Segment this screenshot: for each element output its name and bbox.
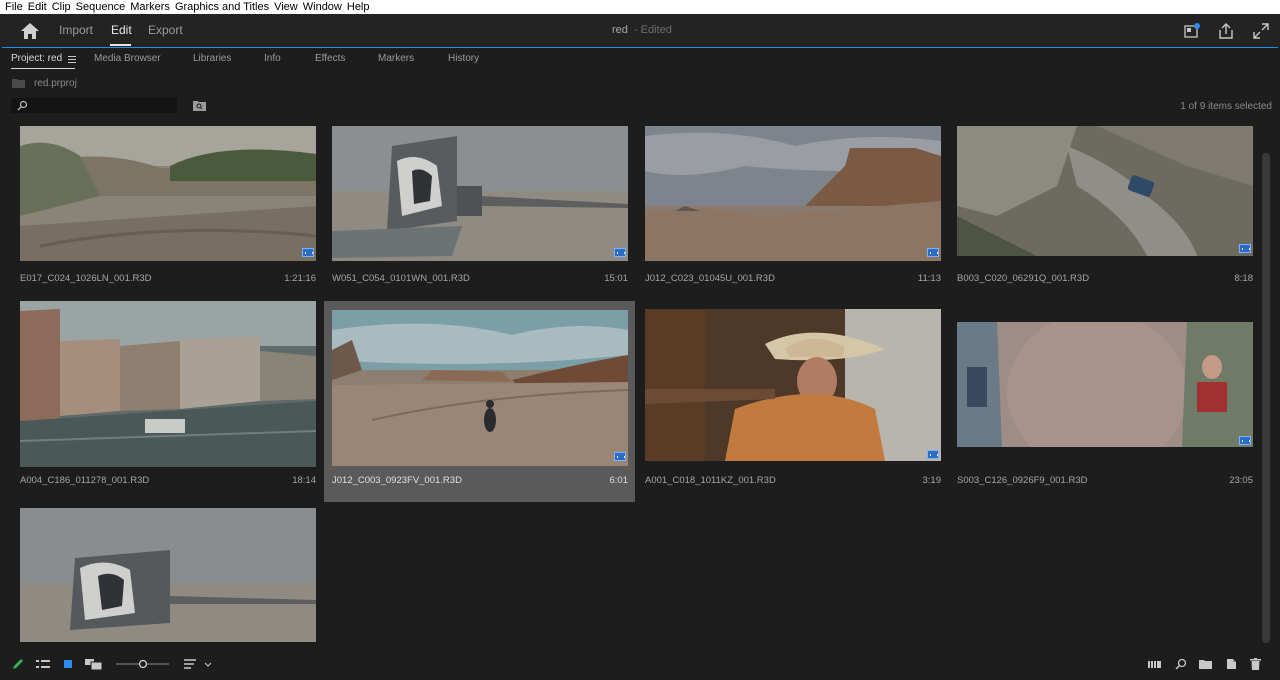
clip-thumbnail <box>332 126 628 261</box>
clip-duration: 6:01 <box>609 475 629 486</box>
tab-libraries[interactable]: Libraries <box>193 53 231 64</box>
panel-footer-toolbar <box>0 648 1280 680</box>
clip-thumbnail <box>20 508 316 642</box>
video-badge-icon <box>614 452 626 461</box>
menu-sequence[interactable]: Sequence <box>76 0 126 14</box>
panel-tabs: Project: red Media Browser Libraries Inf… <box>2 48 1278 70</box>
list-view-icon[interactable] <box>36 658 50 670</box>
clip-name: E017_C024_1026LN_001.R3D <box>20 273 152 284</box>
new-bin-icon[interactable] <box>1199 658 1212 670</box>
clip-duration: 11:13 <box>917 273 941 284</box>
video-badge-icon <box>302 248 314 257</box>
clip-duration: 1:21:16 <box>284 273 316 284</box>
video-badge-icon <box>1239 244 1251 253</box>
tab-effects[interactable]: Effects <box>315 53 345 64</box>
clip-name: J012_C023_01045U_001.R3D <box>645 273 775 284</box>
quick-export-icon[interactable] <box>1183 22 1201 40</box>
icon-view-icon[interactable] <box>63 658 73 670</box>
clip-thumbnail <box>645 309 941 461</box>
pencil-icon[interactable] <box>12 658 24 670</box>
clip-name: S003_C126_0926F9_001.R3D <box>957 475 1088 486</box>
sort-icon[interactable] <box>184 658 214 670</box>
menu-markers[interactable]: Markers <box>130 0 170 14</box>
menu-edit[interactable]: Edit <box>28 0 47 14</box>
document-status: - Edited <box>633 24 672 36</box>
freeform-view-icon[interactable] <box>85 658 102 670</box>
workspace-import[interactable]: Import <box>59 23 93 37</box>
clip-thumbnail <box>957 322 1253 447</box>
clip-name: J012_C003_0923FV_001.R3D <box>332 475 462 486</box>
clip-thumbnail <box>645 126 941 261</box>
grid-scrollbar[interactable] <box>1262 138 1270 643</box>
menu-window[interactable]: Window <box>303 0 342 14</box>
clip-duration: 3:19 <box>922 475 942 486</box>
clip-grid: E017_C024_1026LN_001.R3D 1:21:16 W051_C0… <box>12 124 1257 642</box>
tab-project[interactable]: Project: red <box>11 53 62 64</box>
document-title: red - Edited <box>612 24 672 36</box>
tab-history[interactable]: History <box>448 53 479 64</box>
scrollbar-thumb[interactable] <box>1262 153 1270 643</box>
selection-status: 1 of 9 items selected <box>1180 101 1272 112</box>
video-badge-icon <box>927 450 939 459</box>
home-icon[interactable] <box>20 22 40 40</box>
trash-icon[interactable] <box>1250 658 1261 670</box>
zoom-slider[interactable] <box>116 658 169 670</box>
clip-thumbnail <box>957 126 1253 256</box>
tab-markers[interactable]: Markers <box>378 53 414 64</box>
menu-help[interactable]: Help <box>347 0 370 14</box>
clip-thumbnail <box>332 310 628 466</box>
tab-media-browser[interactable]: Media Browser <box>94 53 161 64</box>
search-icon <box>17 100 28 111</box>
new-item-icon[interactable] <box>1225 658 1237 670</box>
automate-to-sequence-icon[interactable] <box>1148 658 1162 670</box>
project-panel: Project: red Media Browser Libraries Inf… <box>2 47 1278 648</box>
document-name: red <box>612 24 628 36</box>
active-workspace-indicator <box>110 44 131 46</box>
panel-menu-icon[interactable] <box>68 56 76 63</box>
new-search-bin-icon[interactable] <box>193 100 206 111</box>
clip-name: A004_C186_011278_001.R3D <box>20 475 150 486</box>
menu-graphics-and-titles[interactable]: Graphics and Titles <box>175 0 269 14</box>
tab-info[interactable]: Info <box>264 53 281 64</box>
clip-name: W051_C054_0101WN_001.R3D <box>332 273 470 284</box>
bin-path: red.prproj <box>12 78 77 89</box>
project-file-name: red.prproj <box>34 78 77 89</box>
search-input[interactable] <box>11 98 177 113</box>
menu-view[interactable]: View <box>274 0 298 14</box>
clip-duration: 15:01 <box>604 273 628 284</box>
menu-clip[interactable]: Clip <box>52 0 71 14</box>
menu-file[interactable]: File <box>5 0 23 14</box>
workspace-edit[interactable]: Edit <box>111 23 132 37</box>
clip-duration: 8:18 <box>1234 273 1254 284</box>
active-tab-indicator <box>11 68 75 69</box>
clip-name: B003_C020_06291Q_001.R3D <box>957 273 1090 284</box>
project-folder-icon <box>12 79 25 89</box>
clip-thumbnail <box>20 126 316 261</box>
clip-duration: 23:05 <box>1229 475 1253 486</box>
video-badge-icon <box>927 248 939 257</box>
video-badge-icon <box>1239 436 1251 445</box>
video-badge-icon <box>614 248 626 257</box>
menu-bar: File Edit Clip Sequence Markers Graphics… <box>0 0 1280 14</box>
workspace-export[interactable]: Export <box>148 23 183 37</box>
clip-name: A001_C018_1011KZ_001.R3D <box>645 475 776 486</box>
clip-duration: 18:14 <box>292 475 316 486</box>
fullscreen-icon[interactable] <box>1252 22 1270 40</box>
share-icon[interactable] <box>1217 22 1235 40</box>
find-icon[interactable] <box>1175 658 1187 670</box>
app-header: Import Edit Export red - Edited <box>0 14 1280 47</box>
clip-thumbnail <box>20 301 316 467</box>
